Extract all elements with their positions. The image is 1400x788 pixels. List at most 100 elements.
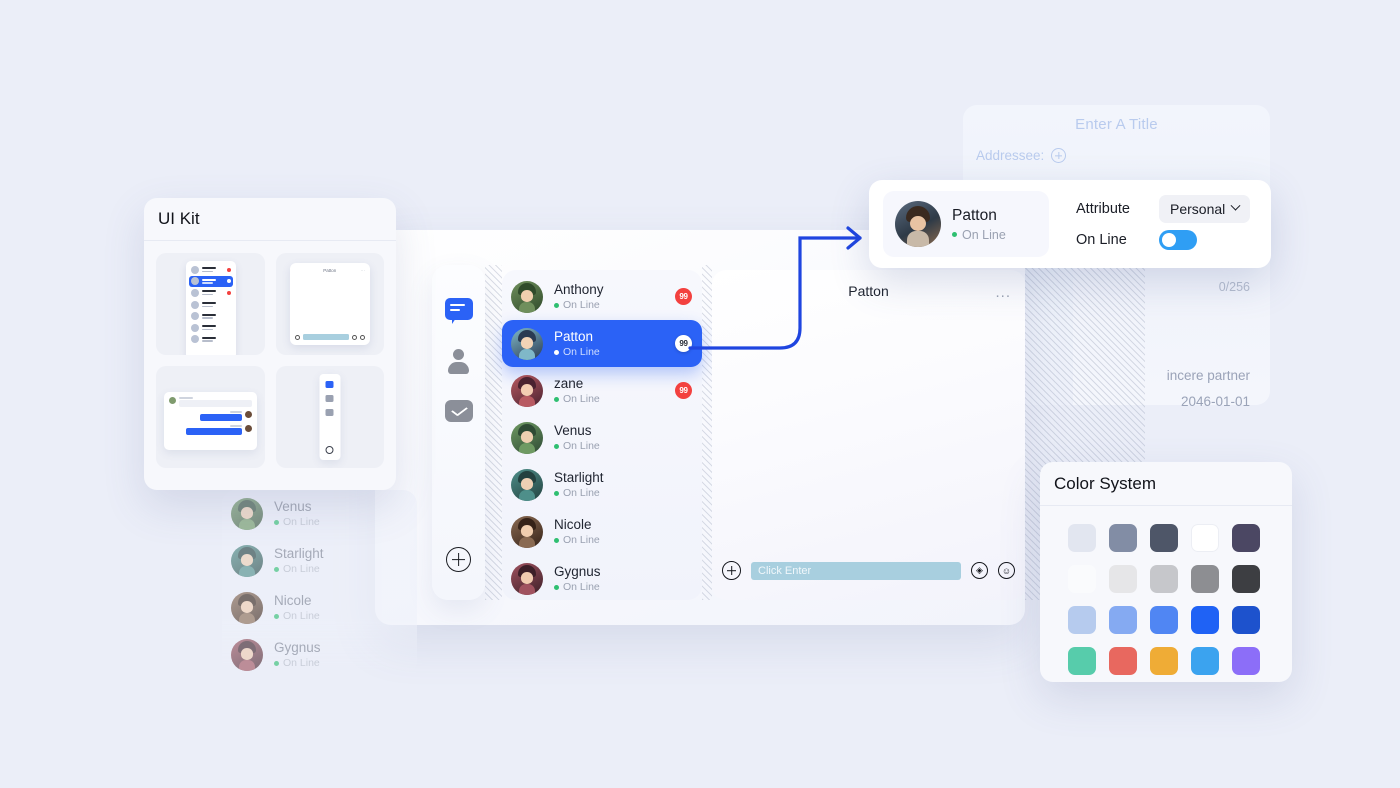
color-swatch-6[interactable] <box>1109 565 1137 593</box>
ui-kit-panel: UI Kit Patton ··· <box>144 198 396 490</box>
contact-row-zane[interactable]: zane On Line 99 <box>502 367 702 414</box>
date-text: 2046-01-01 <box>1180 394 1250 409</box>
voice-icon[interactable]: ◈ <box>971 562 988 579</box>
color-swatch-18[interactable] <box>1191 647 1219 675</box>
contact-list-thumbnail[interactable] <box>156 253 265 355</box>
contact-name: Patton <box>554 328 594 344</box>
chat-bubble-icon <box>444 298 473 324</box>
contact-row-starlight[interactable]: Starlight On Line <box>502 461 702 508</box>
color-swatch-12[interactable] <box>1150 606 1178 634</box>
rail-add-button[interactable] <box>446 547 471 572</box>
contact-name: Starlight <box>554 469 604 485</box>
color-swatch-5[interactable] <box>1068 565 1096 593</box>
contact-status: On Line <box>554 299 604 311</box>
contact-row-anthony[interactable]: Anthony On Line 99 <box>502 273 702 320</box>
contact-row-nicole[interactable]: Nicole On Line <box>502 508 702 555</box>
color-swatch-13[interactable] <box>1191 606 1219 634</box>
online-toggle[interactable] <box>1159 229 1197 250</box>
chat-pane: Patton ... Click Enter ◈ ☺ <box>712 270 1025 600</box>
color-swatch-19[interactable] <box>1232 647 1260 675</box>
contact-name: Anthony <box>554 281 604 297</box>
avatar <box>511 421 543 454</box>
emoji-icon[interactable]: ☺ <box>998 562 1015 579</box>
status-dot <box>554 396 559 402</box>
color-swatch-3[interactable] <box>1191 524 1219 552</box>
mini-row <box>189 310 233 322</box>
color-swatch-9[interactable] <box>1232 565 1260 593</box>
contact-list-panel: Anthony On Line 99 Patton On Line 99 zane On Li… <box>502 270 702 600</box>
color-swatch-1[interactable] <box>1109 524 1137 552</box>
color-swatch-10[interactable] <box>1068 606 1096 634</box>
color-swatch-16[interactable] <box>1109 647 1137 675</box>
contact-name: Starlight <box>274 545 324 561</box>
status-dot <box>274 660 279 666</box>
color-swatch-8[interactable] <box>1191 565 1219 593</box>
mini-chat-input-bar <box>294 334 365 340</box>
mini-bubble-row <box>169 397 252 407</box>
status-dot <box>554 584 559 590</box>
attribute-select[interactable]: Personal <box>1159 194 1251 223</box>
status-text: On Line <box>283 563 320 576</box>
mini-row <box>189 275 233 288</box>
color-swatch-14[interactable] <box>1232 606 1260 634</box>
contact-name: Gygnus <box>274 639 321 655</box>
contact-name: Nicole <box>274 592 312 608</box>
chat-more-button[interactable]: ... <box>995 284 1011 301</box>
online-row: On Line <box>1076 224 1250 255</box>
status-text: On Line <box>962 227 1006 242</box>
color-swatch-2[interactable] <box>1150 524 1178 552</box>
status-dot <box>274 566 279 572</box>
icon-rail-thumbnail[interactable] <box>275 366 384 468</box>
status-text: On Line <box>563 346 600 359</box>
color-swatch-4[interactable] <box>1232 524 1260 552</box>
status-text: On Line <box>563 487 600 500</box>
ghost-contact-row-starlight: Starlight On Line <box>222 537 417 584</box>
mini-person-icon <box>325 395 334 402</box>
color-system-panel: Color System <box>1040 462 1292 682</box>
rail-item-contacts[interactable] <box>445 349 473 375</box>
attach-plus-icon[interactable] <box>722 561 741 580</box>
signature-text: incere partner <box>1166 368 1250 383</box>
chat-input[interactable]: Click Enter <box>751 561 961 580</box>
contact-name: zane <box>554 375 584 391</box>
message-bubbles-thumbnail[interactable] <box>156 366 265 468</box>
color-swatch-7[interactable] <box>1150 565 1178 593</box>
ui-kit-title: UI Kit <box>158 209 200 228</box>
mockup-canvas: Enter A Title Addressee: 0/256 incere pa… <box>0 0 1400 788</box>
color-swatch-17[interactable] <box>1150 647 1178 675</box>
chat-window-thumbnail[interactable]: Patton ··· <box>275 253 384 355</box>
avatar <box>511 562 543 595</box>
attribute-row: Attribute Personal <box>1076 193 1251 224</box>
addressee-label: Addressee: <box>976 148 1067 163</box>
ui-kit-grid: Patton ··· <box>144 241 396 480</box>
person-icon <box>445 349 471 375</box>
contact-row-patton[interactable]: Patton On Line 99 <box>502 320 702 367</box>
color-swatch-15[interactable] <box>1068 647 1096 675</box>
color-swatch-grid <box>1040 506 1292 675</box>
avatar <box>231 544 263 577</box>
unread-badge: 99 <box>675 288 692 305</box>
status-dot <box>274 613 279 619</box>
detail-user-name: Patton <box>952 206 997 224</box>
mini-icon-rail <box>319 374 341 460</box>
status-text: On Line <box>283 516 320 529</box>
mini-row <box>189 299 233 311</box>
color-swatch-11[interactable] <box>1109 606 1137 634</box>
rail-item-mail[interactable] <box>444 400 473 426</box>
mini-bubble-row <box>169 411 252 421</box>
mini-contact-list <box>186 261 236 355</box>
hatch-guide-1 <box>485 265 502 600</box>
contact-status: On Line <box>274 610 320 622</box>
contact-name: Venus <box>274 498 312 514</box>
attribute-value: Personal <box>1170 200 1226 217</box>
detail-user-chip[interactable]: Patton On Line <box>883 191 1049 257</box>
add-addressee-icon[interactable] <box>1051 148 1067 163</box>
ghost-contact-row-nicole: Nicole On Line <box>222 584 417 631</box>
contact-row-venus[interactable]: Venus On Line <box>502 414 702 461</box>
mini-row <box>189 322 233 334</box>
color-swatch-0[interactable] <box>1068 524 1096 552</box>
mini-row <box>189 287 233 299</box>
contact-row-gygnus[interactable]: Gygnus On Line <box>502 555 702 602</box>
addressee-text: Addressee: <box>976 148 1045 163</box>
rail-item-chat[interactable] <box>444 298 473 324</box>
